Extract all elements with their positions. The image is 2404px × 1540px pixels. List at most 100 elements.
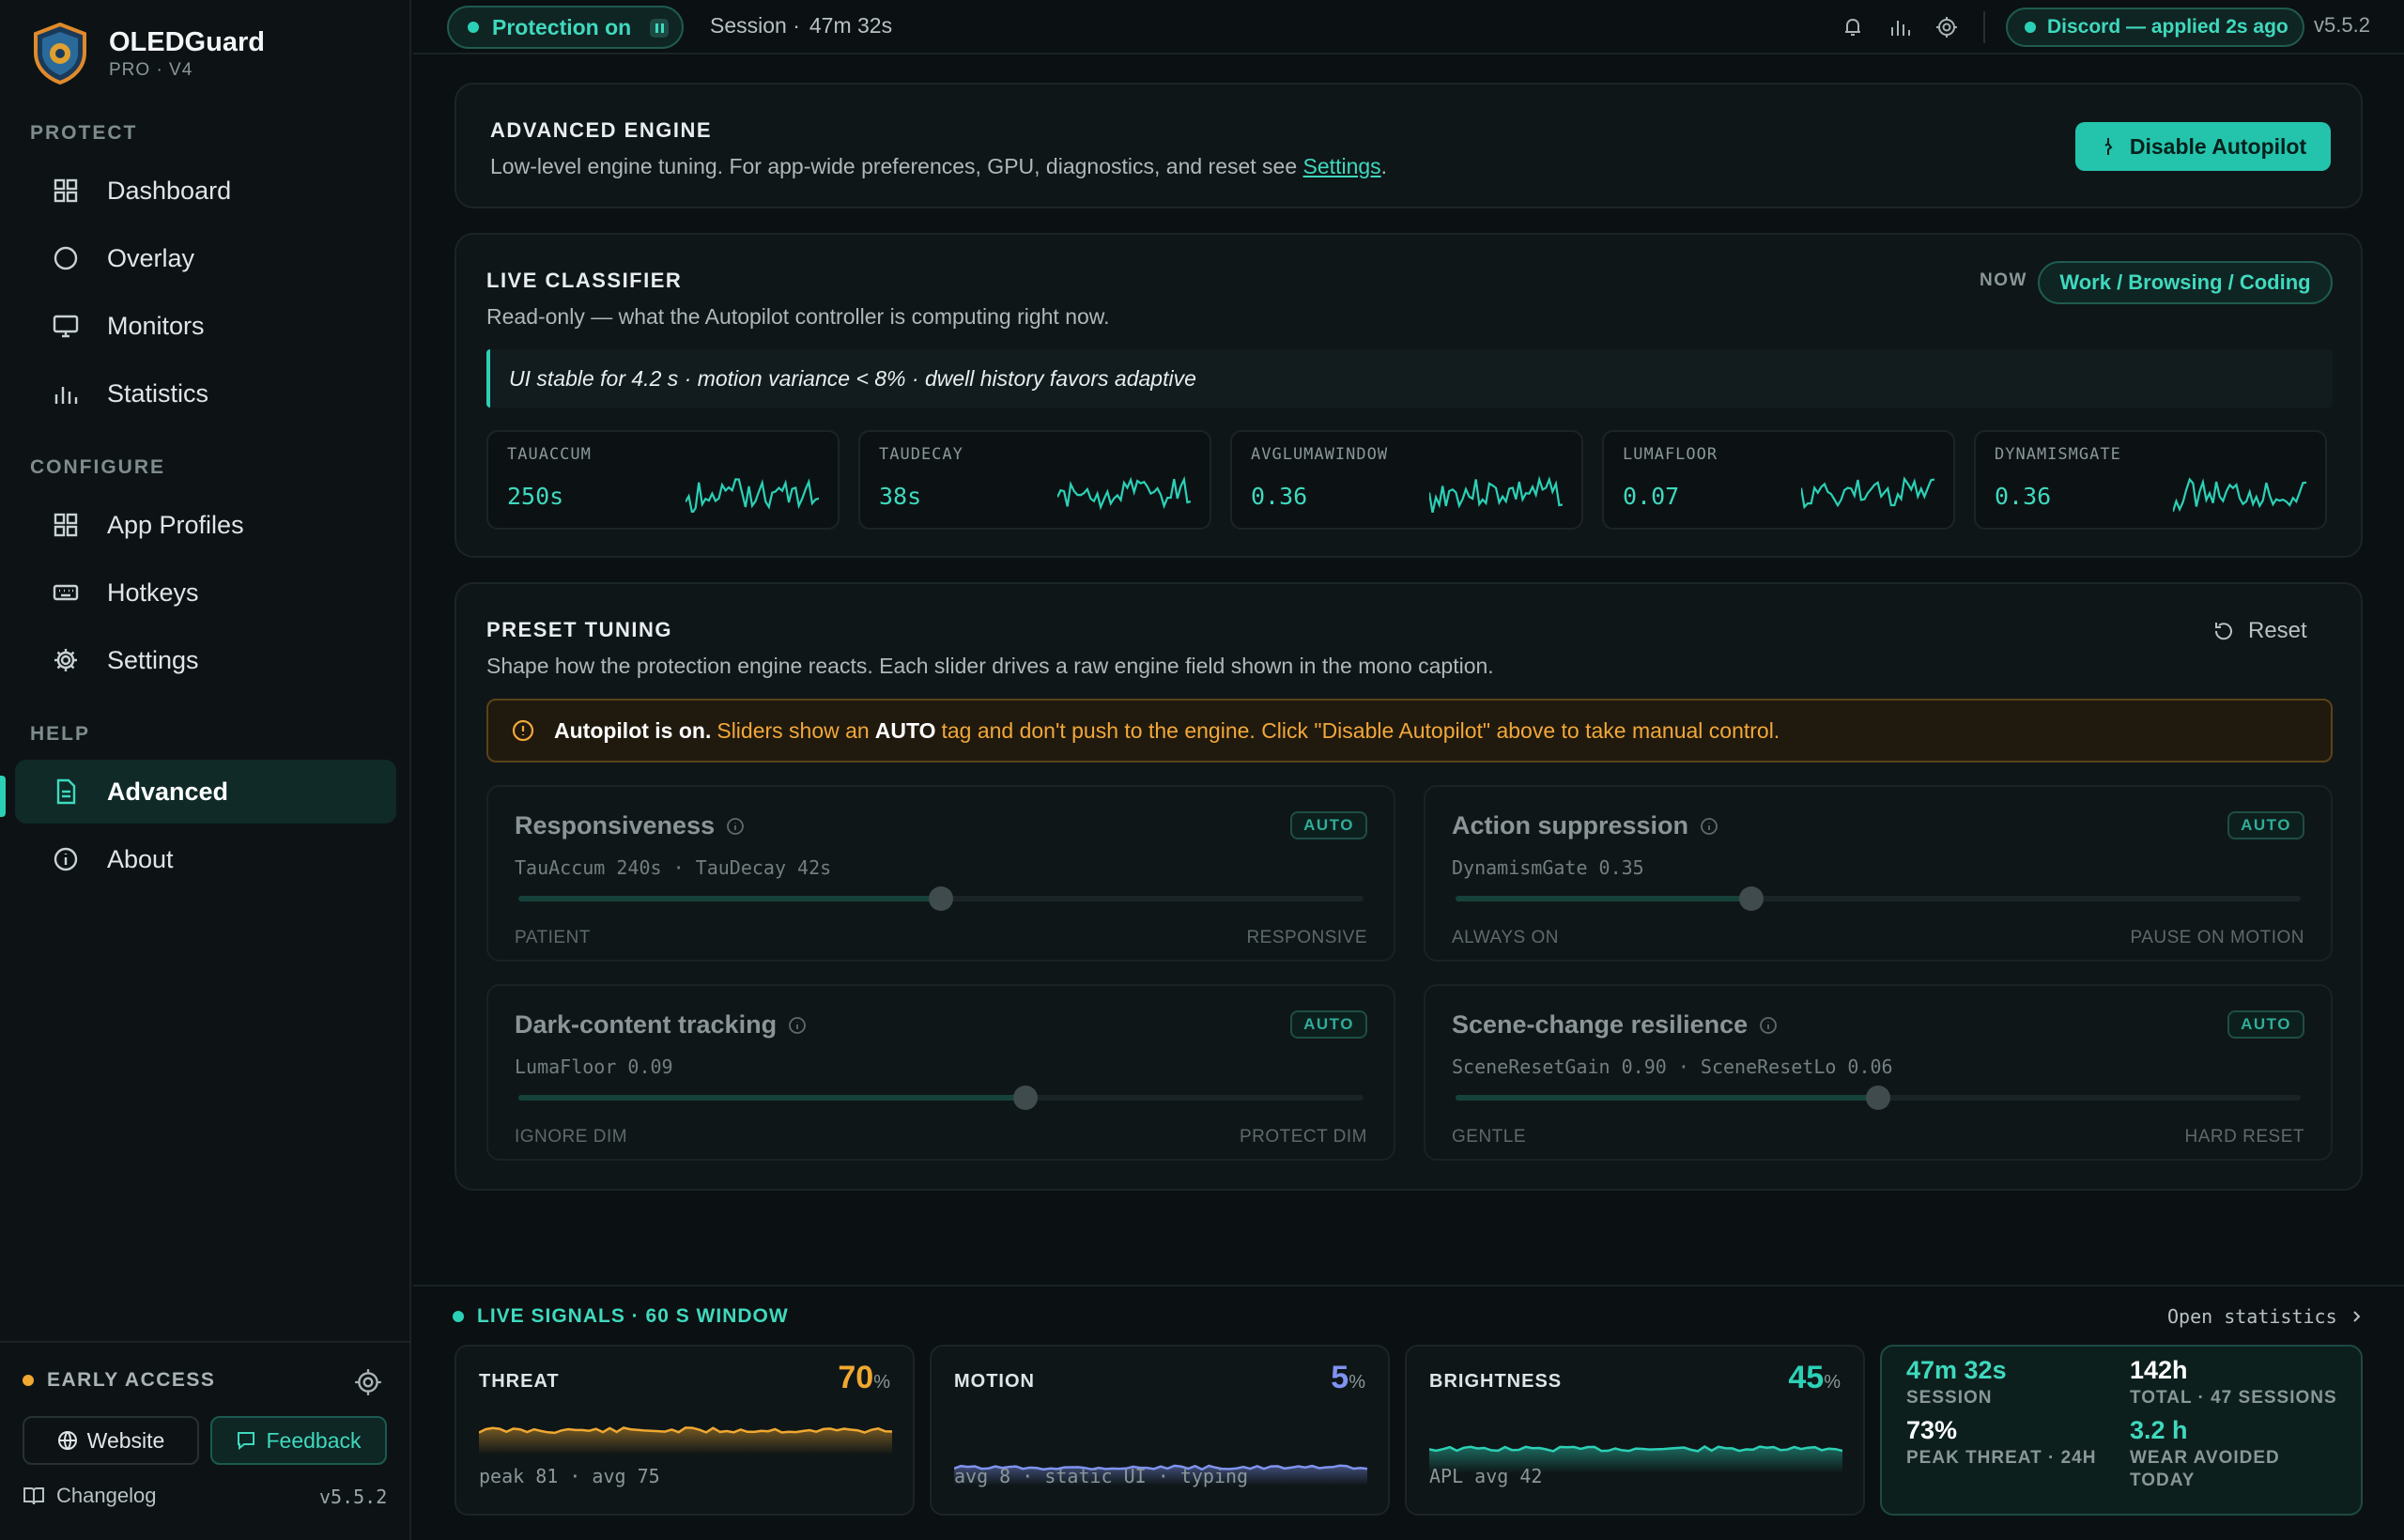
slider-handle[interactable] (1866, 1086, 1890, 1110)
summary-wear-avoided: 3.2 h WEAR AVOIDED TODAY (2130, 1416, 2346, 1492)
info-icon[interactable] (726, 817, 745, 836)
website-label: Website (86, 1427, 165, 1453)
slider-fill (518, 1095, 1025, 1101)
status-dot (468, 22, 479, 33)
active-indicator (0, 776, 6, 817)
sidebar-item-monitors[interactable]: Monitors (15, 294, 396, 358)
metric-name: TAUDECAY (879, 445, 963, 464)
gear-icon[interactable] (353, 1367, 383, 1397)
sidebar-item-label: Monitors (107, 311, 205, 340)
auto-badge: AUTO (2227, 811, 2304, 839)
session-value: 47m 32s (809, 13, 893, 38)
metric-taudecay: TAUDECAY 38s (858, 430, 1211, 530)
sidebar-item-app-profiles[interactable]: App Profiles (15, 493, 396, 557)
section-help: HELP (30, 723, 91, 745)
app-version: v5.5.2 (2314, 13, 2370, 37)
grid-icon (49, 508, 83, 542)
banner-bold: Autopilot is on. (554, 717, 712, 743)
slider-title-text: Responsiveness (515, 811, 716, 839)
slider-action-suppression: Action suppression AUTO DynamismGate 0.3… (1424, 785, 2333, 962)
app-name: OLEDGuard (109, 27, 265, 57)
sidebar-item-hotkeys[interactable]: Hotkeys (15, 561, 396, 624)
metric-name: LUMAFLOOR (1623, 445, 1718, 464)
sidebar-item-statistics[interactable]: Statistics (15, 362, 396, 425)
pause-icon[interactable] (650, 19, 669, 38)
sidebar-item-settings[interactable]: Settings (15, 628, 396, 692)
slider-min-label: IGNORE DIM (515, 1127, 628, 1147)
active-profile-pill[interactable]: Discord — applied 2s ago (2006, 8, 2304, 47)
info-icon[interactable] (788, 1016, 807, 1035)
info-icon[interactable] (1759, 1016, 1778, 1035)
slider-title-text: Scene-change resilience (1452, 1010, 1749, 1039)
document-icon (49, 775, 83, 808)
slider-track[interactable] (1456, 886, 2301, 911)
slider-title-text: Action suppression (1452, 811, 1689, 839)
banner-text-a: Sliders show an (717, 717, 870, 743)
metric-value: 250s (507, 483, 564, 510)
summary-value: 73% (1906, 1416, 1958, 1444)
signal-unit: % (1824, 1372, 1841, 1393)
summary-value: 3.2 h (2130, 1416, 2188, 1444)
bar-chart-icon[interactable] (1888, 15, 1912, 39)
slider-track[interactable] (518, 1086, 1364, 1110)
chat-icon (238, 1432, 255, 1451)
protection-status-pill[interactable]: Protection on (447, 6, 684, 49)
auto-badge: AUTO (1290, 1010, 1367, 1039)
sidebar-item-dashboard[interactable]: Dashboard (15, 159, 396, 223)
card-description: Read-only — what the Autopilot controlle… (486, 304, 1110, 329)
reset-button[interactable]: Reset (2212, 618, 2307, 644)
sidebar-item-label: Dashboard (107, 176, 232, 205)
info-icon[interactable] (1700, 817, 1718, 836)
summary-session: 47m 32s SESSION (1906, 1356, 2007, 1409)
slider-field-caption: TauAccum 240s · TauDecay 42s (515, 856, 832, 879)
bell-icon[interactable] (1841, 15, 1865, 39)
slider-max-label: PAUSE ON MOTION (2130, 928, 2304, 947)
card-title: PRESET TUNING (486, 618, 672, 641)
sidebar-item-advanced[interactable]: Advanced (15, 760, 396, 824)
website-button[interactable]: Website (23, 1416, 199, 1465)
slider-fill (518, 896, 941, 901)
disable-autopilot-button[interactable]: Disable Autopilot (2075, 122, 2331, 171)
changelog-link[interactable]: Changelog (23, 1484, 156, 1508)
slider-handle[interactable] (1739, 886, 1764, 911)
open-statistics-link[interactable]: Open statistics (2167, 1305, 2364, 1328)
signal-name: BRIGHTNESS (1429, 1371, 1563, 1392)
info-icon (49, 842, 83, 876)
slider-title: Scene-change resilience (1452, 1010, 1778, 1040)
circle-icon (49, 241, 83, 275)
auto-badge: AUTO (1290, 811, 1367, 839)
summary-label: TOTAL · 47 SESSIONS (2130, 1388, 2337, 1408)
sparkline-path (686, 478, 819, 513)
autopilot-warning-banner: Autopilot is on. Sliders show an AUTO ta… (486, 699, 2333, 762)
slider-handle[interactable] (1013, 1086, 1038, 1110)
card-title: LIVE CLASSIFIER (486, 269, 683, 292)
slider-min-label: ALWAYS ON (1452, 928, 1559, 947)
slider-track[interactable] (518, 886, 1364, 911)
summary-total: 142h TOTAL · 47 SESSIONS (2130, 1356, 2337, 1409)
slider-field-caption: SceneResetGain 0.90 · SceneResetLo 0.06 (1452, 1055, 1893, 1078)
session-timer: Session · 47m 32s (710, 13, 892, 38)
sidebar-item-about[interactable]: About (15, 827, 396, 891)
metric-sparkline (2173, 477, 2306, 513)
slider-handle[interactable] (929, 886, 953, 911)
slider-min-label: PATIENT (515, 928, 591, 947)
classifier-reason: UI stable for 4.2 s · motion variance < … (486, 349, 2333, 408)
gear-icon[interactable] (1934, 15, 1959, 39)
metric-value: 38s (879, 483, 922, 510)
feedback-label: Feedback (266, 1427, 362, 1453)
sidebar-version: v5.5.2 (319, 1486, 388, 1508)
slider-track[interactable] (1456, 1086, 2301, 1110)
metric-name: TAUACCUM (507, 445, 592, 464)
banner-text-b: tag and don't push to the engine. Click … (941, 717, 1780, 743)
live-classifier-card: LIVE CLASSIFIER Read-only — what the Aut… (455, 233, 2363, 558)
sidebar-item-overlay[interactable]: Overlay (15, 226, 396, 290)
feedback-button[interactable]: Feedback (210, 1416, 387, 1465)
keyboard-icon (49, 576, 83, 609)
settings-link[interactable]: Settings (1303, 154, 1381, 178)
signal-unit: % (1348, 1372, 1365, 1393)
metric-name: DYNAMISMGATE (1995, 445, 2121, 464)
card-description: Low-level engine tuning. For app-wide pr… (490, 154, 1387, 179)
summary-value: 142h (2130, 1356, 2188, 1384)
signal-name: MOTION (954, 1371, 1035, 1392)
session-summary-card: 47m 32s SESSION 142h TOTAL · 47 SESSIONS… (1880, 1345, 2363, 1516)
